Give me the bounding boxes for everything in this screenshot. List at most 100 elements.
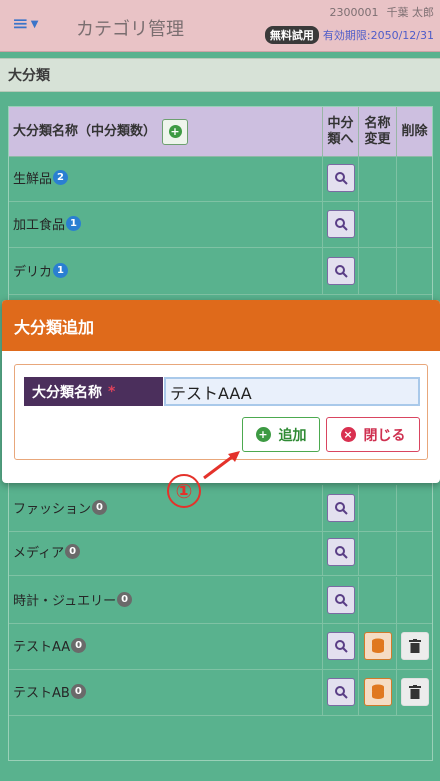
trash-icon bbox=[408, 684, 421, 699]
row-name-cell: テストAA 0 bbox=[9, 623, 322, 669]
subcategory-count-badge: 0 bbox=[70, 684, 86, 700]
header-name: 大分類名称（中分類数） + bbox=[9, 107, 322, 156]
user-id: 2300001 bbox=[329, 6, 379, 19]
category-name-input[interactable] bbox=[164, 377, 420, 406]
close-circle-icon: × bbox=[340, 427, 356, 442]
row-name-cell: ファッション 0 bbox=[9, 485, 322, 531]
to-sub-cell bbox=[322, 485, 358, 531]
rename-cell bbox=[358, 623, 396, 669]
hamburger-icon: ≡ bbox=[12, 11, 29, 35]
close-button[interactable]: × 閉じる bbox=[326, 417, 420, 452]
to-sub-cell bbox=[322, 623, 358, 669]
header-to-sub: 中分 類へ bbox=[322, 107, 358, 156]
annotation-step-marker: ① bbox=[167, 474, 201, 508]
header-rename: 名称 変更 bbox=[358, 107, 396, 156]
rename-button[interactable] bbox=[363, 631, 392, 660]
rename-cell bbox=[358, 485, 396, 531]
row-name-cell: メディア 0 bbox=[9, 529, 322, 575]
search-icon bbox=[334, 264, 348, 278]
delete-cell bbox=[396, 155, 432, 201]
caret-down-icon: ▼ bbox=[30, 18, 39, 30]
delete-button[interactable] bbox=[400, 631, 429, 660]
delete-cell bbox=[396, 201, 432, 247]
table-row: デリカ 1 bbox=[9, 248, 432, 295]
delete-cell bbox=[396, 623, 432, 669]
required-mark: * bbox=[108, 383, 116, 400]
rename-cell bbox=[358, 529, 396, 575]
field-label: 大分類名称 * bbox=[24, 377, 163, 406]
app-header: ≡ ▼ カテゴリ管理 2300001 千葉 太郎 無料試用 有効期限:2050/12… bbox=[0, 0, 440, 52]
category-name: テストAA bbox=[13, 640, 71, 656]
category-name: 生鮮品 bbox=[13, 172, 53, 188]
trial-badge: 無料試用 bbox=[264, 26, 319, 44]
subcategory-count-badge: 1 bbox=[66, 216, 82, 232]
delete-cell bbox=[396, 577, 432, 623]
to-sub-cell bbox=[322, 529, 358, 575]
section-title: 大分類 bbox=[0, 58, 440, 92]
user-name: 千葉 太郎 bbox=[386, 6, 435, 19]
page-title: カテゴリ管理 bbox=[76, 19, 184, 40]
table-row: 加工食品 1 bbox=[9, 201, 432, 248]
search-icon bbox=[334, 171, 348, 185]
field-label-text: 大分類名称 bbox=[32, 384, 102, 401]
row-name-cell: デリカ 1 bbox=[9, 248, 322, 294]
table-row: 時計・ジュエリー 0 bbox=[9, 577, 432, 624]
rename-button[interactable] bbox=[363, 677, 392, 706]
database-icon bbox=[371, 638, 384, 653]
delete-cell bbox=[396, 669, 432, 715]
search-icon bbox=[334, 685, 348, 699]
subcategory-count-badge: 0 bbox=[92, 500, 108, 516]
table-row: テストAB 0 bbox=[9, 669, 432, 716]
to-sub-cell bbox=[322, 248, 358, 294]
header-delete: 削除 bbox=[396, 107, 432, 156]
search-icon bbox=[334, 639, 348, 653]
row-name-cell: 加工食品 1 bbox=[9, 201, 322, 247]
to-sub-cell bbox=[322, 155, 358, 201]
plus-circle-icon: + bbox=[168, 125, 182, 138]
add-button[interactable]: + 追加 bbox=[242, 417, 320, 452]
search-icon bbox=[334, 501, 348, 515]
category-name: 時計・ジュエリー bbox=[13, 594, 117, 610]
subcategory-count-badge: 2 bbox=[53, 170, 69, 186]
category-name: テストAB bbox=[13, 686, 70, 702]
to-sub-cell bbox=[322, 577, 358, 623]
table-row: ファッション 0 bbox=[9, 485, 432, 532]
search-button[interactable] bbox=[326, 631, 355, 660]
subcategory-count-badge: 0 bbox=[117, 592, 133, 608]
delete-button[interactable] bbox=[400, 677, 429, 706]
rename-cell bbox=[358, 201, 396, 247]
table-row: テストAA 0 bbox=[9, 623, 432, 670]
search-button[interactable] bbox=[326, 677, 355, 706]
trash-icon bbox=[408, 638, 421, 653]
search-button[interactable] bbox=[326, 163, 355, 192]
subcategory-count-badge: 1 bbox=[53, 263, 69, 279]
row-name-cell: 生鮮品 2 bbox=[9, 155, 322, 201]
header-name-label: 大分類名称（中分類数） bbox=[13, 123, 157, 139]
expiry-date: 有効期限:2050/12/31 bbox=[322, 29, 434, 42]
rename-cell bbox=[358, 155, 396, 201]
search-button[interactable] bbox=[326, 493, 355, 522]
to-sub-cell bbox=[322, 201, 358, 247]
add-category-button[interactable]: + bbox=[162, 118, 189, 145]
search-button[interactable] bbox=[326, 537, 355, 566]
delete-cell bbox=[396, 248, 432, 294]
table-row: 生鮮品 2 bbox=[9, 155, 432, 202]
modal-title: 大分類追加 bbox=[2, 300, 440, 351]
search-icon bbox=[334, 545, 348, 559]
delete-cell bbox=[396, 485, 432, 531]
menu-button[interactable]: ≡ ▼ bbox=[12, 12, 38, 36]
search-button[interactable] bbox=[326, 256, 355, 285]
rename-cell bbox=[358, 577, 396, 623]
bottom-strip bbox=[0, 765, 440, 781]
add-button-label: 追加 bbox=[278, 427, 307, 444]
close-button-label: 閉じる bbox=[363, 427, 406, 444]
search-icon bbox=[334, 593, 348, 607]
user-info: 2300001 千葉 太郎 無料試用 有効期限:2050/12/31 bbox=[264, 4, 435, 44]
rename-cell bbox=[358, 669, 396, 715]
category-name: メディア bbox=[13, 546, 65, 562]
database-icon bbox=[371, 684, 384, 699]
category-name: ファッション bbox=[13, 502, 92, 518]
search-button[interactable] bbox=[326, 585, 355, 614]
search-button[interactable] bbox=[326, 209, 355, 238]
plus-circle-icon: + bbox=[255, 427, 271, 442]
